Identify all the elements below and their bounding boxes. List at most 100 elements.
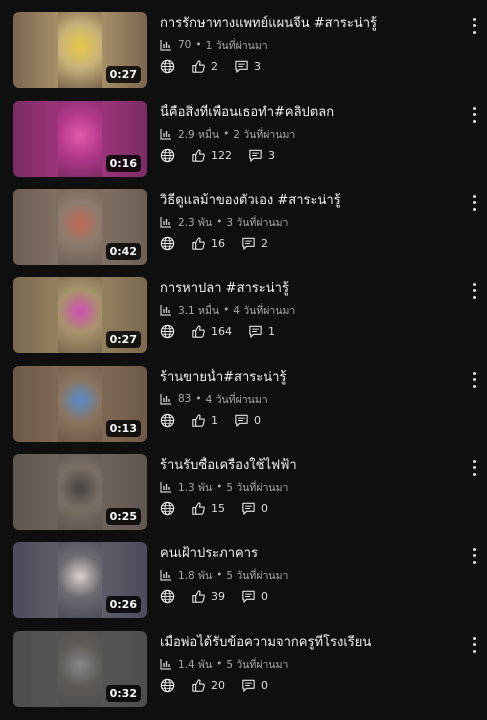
video-row[interactable]: 0:13 ร้านขายน้ำ#สาระน่ารู้ 83 • 4 วันที่ผ่าน…: [0, 366, 487, 444]
video-row[interactable]: 0:32 เมื่อพ่อได้รับข้อความจากครูที่โรงเรี…: [0, 631, 487, 709]
thumbnail-blur-left: [13, 542, 58, 618]
video-thumbnail[interactable]: 0:13: [13, 366, 147, 442]
video-list: 0:27 การรักษาทางแพทย์แผนจีน #สาระน่ารู้ 70…: [0, 0, 487, 720]
comment-count: 3: [254, 59, 261, 73]
globe-icon: [160, 324, 175, 339]
thumbs-up-icon: [191, 589, 206, 604]
thumbnail-blur-left: [13, 366, 58, 442]
like-count: 164: [211, 324, 232, 338]
video-duration: 0:13: [105, 420, 141, 437]
video-title[interactable]: วิธีดูแลม้าของตัวเอง #สาระน่ารู้: [160, 192, 455, 210]
upload-age: 5 วันที่ผ่านมา: [226, 658, 289, 671]
video-duration: 0:26: [105, 596, 141, 613]
meta-separator: •: [216, 569, 223, 581]
meta-separator: •: [216, 481, 223, 493]
upload-age: 4 วันที่ผ่านมา: [205, 393, 268, 406]
video-duration: 0:27: [105, 331, 141, 348]
meta-separator: •: [195, 39, 202, 51]
thumbs-up-icon: [191, 501, 206, 516]
video-title[interactable]: เมื่อพ่อได้รับข้อความจากครูที่โรงเรียน: [160, 634, 455, 652]
video-row[interactable]: 0:27 การรักษาทางแพทย์แผนจีน #สาระน่ารู้ 70…: [0, 12, 487, 90]
comment-count: 2: [261, 236, 268, 250]
thumbnail-frame: [58, 454, 102, 530]
video-meta: 1.8 พัน • 5 วันที่ผ่านมา: [160, 567, 288, 583]
thumbnail-frame: [58, 12, 102, 88]
more-vertical-icon[interactable]: [468, 281, 480, 301]
dot: [472, 636, 476, 640]
globe-icon: [160, 148, 175, 163]
bar-chart-icon: [160, 393, 172, 405]
thumbnail-blur-left: [13, 277, 58, 353]
video-title[interactable]: การหาปลา #สาระน่ารู้: [160, 280, 455, 298]
like-count: 122: [211, 148, 232, 162]
thumbnail-blur-left: [13, 454, 58, 530]
upload-age: 5 วันที่ผ่านมา: [226, 569, 289, 582]
video-row[interactable]: 0:42 วิธีดูแลม้าของตัวเอง #สาระน่ารู้ 2.3 …: [0, 189, 487, 267]
dot: [472, 466, 476, 470]
thumbnail-blur-left: [13, 631, 58, 707]
video-stats: 20 0: [160, 676, 268, 694]
dot: [472, 208, 476, 212]
video-title[interactable]: คนเฝ้าประภาคาร: [160, 545, 455, 563]
like-count: 16: [211, 236, 225, 250]
video-thumbnail[interactable]: 0:27: [13, 277, 147, 353]
more-vertical-icon[interactable]: [468, 105, 480, 125]
video-row[interactable]: 0:25 ร้านรับซื้อเครื่องใช้ไฟฟ้า 1.3 พัน • 5 …: [0, 454, 487, 532]
video-row[interactable]: 0:26 คนเฝ้าประภาคาร 1.8 พัน • 5 วันที่ผ่านมา…: [0, 542, 487, 620]
upload-age: 2 วันที่ผ่านมา: [233, 128, 296, 141]
dot: [472, 296, 476, 300]
view-count: 1.8 พัน: [178, 569, 213, 582]
video-row[interactable]: 0:16 นี้คือสิ่งที่เพื่อนเธอทำ#คลิปตลก 2.9 …: [0, 101, 487, 179]
comment-icon: [241, 589, 256, 604]
video-row[interactable]: 0:27 การหาปลา #สาระน่ารู้ 3.1 หมื่น • 4 วันท…: [0, 277, 487, 355]
bar-chart-icon: [160, 304, 172, 316]
comment-icon: [248, 148, 263, 163]
like-count: 15: [211, 501, 225, 515]
video-stats: 122 3: [160, 146, 275, 164]
globe-icon: [160, 501, 175, 516]
thumbs-up-icon: [191, 59, 206, 74]
video-stats: 10: [160, 411, 261, 429]
video-title[interactable]: นี้คือสิ่งที่เพื่อนเธอทำ#คลิปตลก: [160, 104, 455, 122]
dot: [472, 24, 476, 28]
video-thumbnail[interactable]: 0:27: [13, 12, 147, 88]
thumbs-up-icon: [191, 324, 206, 339]
globe-icon: [160, 589, 175, 604]
upload-age: 4 วันที่ผ่านมา: [233, 304, 296, 317]
video-thumbnail[interactable]: 0:26: [13, 542, 147, 618]
more-vertical-icon[interactable]: [468, 16, 480, 36]
like-count: 39: [211, 589, 225, 603]
bar-chart-icon: [160, 39, 172, 51]
comment-icon: [248, 324, 263, 339]
thumbs-up-icon: [191, 413, 206, 428]
video-thumbnail[interactable]: 0:42: [13, 189, 147, 265]
comment-count: 0: [261, 589, 268, 603]
video-duration: 0:25: [105, 508, 141, 525]
more-vertical-icon[interactable]: [468, 193, 480, 213]
video-thumbnail[interactable]: 0:25: [13, 454, 147, 530]
thumbnail-frame: [58, 101, 102, 177]
comment-icon: [234, 413, 249, 428]
view-count: 3.1 หมื่น: [178, 304, 220, 317]
dot: [472, 371, 476, 375]
dot: [472, 650, 476, 654]
video-duration: 0:27: [105, 66, 141, 83]
more-vertical-icon[interactable]: [468, 635, 480, 655]
view-count: 2.3 พัน: [178, 216, 213, 229]
video-title[interactable]: ร้านรับซื้อเครื่องใช้ไฟฟ้า: [160, 457, 455, 475]
dot: [472, 561, 476, 565]
video-title[interactable]: การรักษาทางแพทย์แผนจีน #สาระน่ารู้: [160, 15, 455, 33]
video-title[interactable]: ร้านขายน้ำ#สาระน่ารู้: [160, 369, 455, 387]
more-vertical-icon[interactable]: [468, 546, 480, 566]
more-vertical-icon[interactable]: [468, 458, 480, 478]
upload-age: 3 วันที่ผ่านมา: [226, 216, 289, 229]
dot: [472, 282, 476, 286]
more-vertical-icon[interactable]: [468, 370, 480, 390]
video-thumbnail[interactable]: 0:32: [13, 631, 147, 707]
dot: [472, 378, 476, 382]
dot: [472, 201, 476, 205]
view-count: 2.9 หมื่น: [178, 128, 220, 141]
meta-separator: •: [216, 216, 223, 228]
video-thumbnail[interactable]: 0:16: [13, 101, 147, 177]
bar-chart-icon: [160, 128, 172, 140]
